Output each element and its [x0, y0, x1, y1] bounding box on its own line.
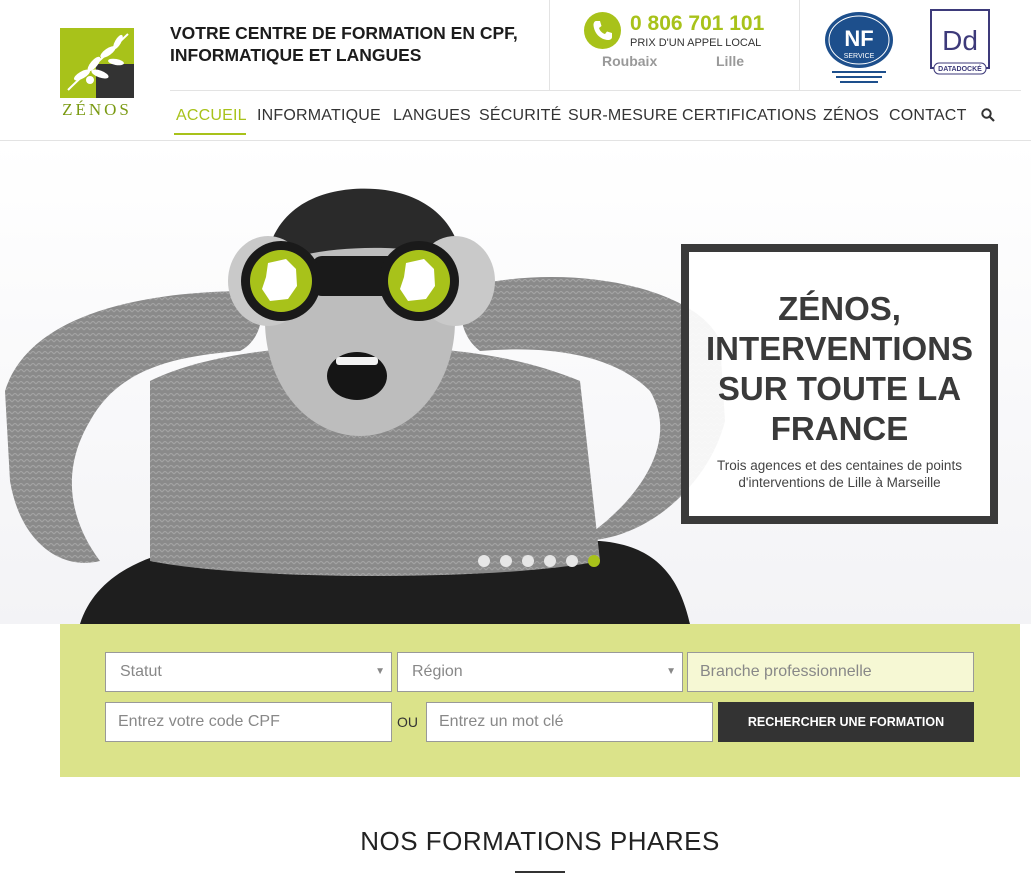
hero-subtitle: Trois agences et des centaines de points…: [717, 458, 962, 490]
city-lille[interactable]: Lille: [716, 53, 744, 69]
cpf-code-placeholder: Entrez votre code CPF: [118, 713, 280, 730]
dropdown-arrow-icon: ▼: [375, 666, 385, 677]
region-select[interactable]: Région ▼: [397, 652, 683, 692]
keyword-placeholder: Entrez un mot clé: [439, 713, 564, 730]
nf-badge-label: NF: [844, 26, 873, 51]
nav-item-securite[interactable]: SÉCURITÉ: [479, 107, 562, 125]
olive-branch-icon: [60, 28, 134, 98]
nav-item-informatique[interactable]: INFORMATIQUE: [257, 107, 381, 125]
statut-select[interactable]: Statut ▼: [105, 652, 392, 692]
nf-service-badge[interactable]: NF SERVICE: [822, 8, 896, 86]
hero-title: ZÉNOS, INTERVENTIONS SUR TOUTE LA FRANCE: [705, 290, 974, 447]
tagline-line-1: VOTRE CENTRE DE FORMATION EN CPF,: [170, 23, 518, 43]
site-header: ZÉNOS VOTRE CENTRE DE FORMATION EN CPF, …: [0, 0, 1031, 141]
region-select-value: Région: [412, 663, 463, 680]
slider-dot-2[interactable]: [500, 555, 512, 567]
phone-caption: PRIX D'UN APPEL LOCAL: [630, 37, 762, 49]
section-divider: [515, 871, 565, 873]
hero-caption: ZÉNOS, INTERVENTIONS SUR TOUTE LA FRANCE…: [681, 244, 998, 524]
nav-item-sur-mesure[interactable]: SUR-MESURE: [568, 107, 678, 125]
search-formation-button[interactable]: RECHERCHER UNE FORMATION: [718, 702, 974, 742]
phone-icon: [584, 12, 621, 49]
nav-item-certifications[interactable]: CERTIFICATIONS: [682, 107, 817, 125]
cpf-code-input[interactable]: Entrez votre code CPF: [105, 702, 392, 742]
keyword-input[interactable]: Entrez un mot clé: [426, 702, 713, 742]
statut-select-value: Statut: [120, 663, 162, 680]
or-separator: OU: [397, 714, 418, 730]
slider-dot-5[interactable]: [566, 555, 578, 567]
header-divider: [549, 0, 550, 90]
dropdown-arrow-icon: ▼: [666, 666, 676, 677]
slider-dot-6[interactable]: [588, 555, 600, 567]
branche-field-placeholder: Branche professionnelle: [700, 663, 872, 680]
slider-dot-1[interactable]: [478, 555, 490, 567]
header-divider: [799, 0, 800, 90]
zenos-logo[interactable]: ZÉNOS: [60, 28, 134, 120]
formation-search-panel: [60, 624, 1020, 777]
branche-field[interactable]: Branche professionnelle: [687, 652, 974, 692]
active-nav-indicator: [174, 133, 246, 135]
main-navigation: ACCUEIL INFORMATIQUE LANGUES SÉCURITÉ SU…: [170, 90, 1021, 140]
tagline-line-2: INFORMATIQUE ET LANGUES: [170, 45, 422, 65]
datadocke-badge[interactable]: Dd DATADOCKÉ: [928, 8, 992, 80]
site-tagline: VOTRE CENTRE DE FORMATION EN CPF, INFORM…: [170, 22, 540, 66]
slider-dots: [478, 555, 608, 569]
section-title: NOS FORMATIONS PHARES: [360, 826, 720, 856]
phone-number[interactable]: 0 806 701 101: [630, 12, 764, 36]
city-roubaix[interactable]: Roubaix: [602, 53, 657, 69]
dd-badge-sublabel: DATADOCKÉ: [938, 64, 982, 73]
hero-slider: ZÉNOS, INTERVENTIONS SUR TOUTE LA FRANCE…: [0, 141, 1031, 624]
logo-wordmark: ZÉNOS: [62, 100, 132, 119]
search-icon[interactable]: [981, 108, 995, 127]
slider-dot-3[interactable]: [522, 555, 534, 567]
nf-badge-sublabel: SERVICE: [844, 53, 875, 60]
nav-item-contact[interactable]: CONTACT: [889, 107, 967, 125]
nav-item-zenos[interactable]: ZÉNOS: [823, 107, 879, 125]
nav-item-accueil[interactable]: ACCUEIL: [176, 107, 247, 125]
slider-dot-4[interactable]: [544, 555, 556, 567]
nav-item-langues[interactable]: LANGUES: [393, 107, 471, 125]
dd-badge-label: Dd: [942, 25, 978, 56]
